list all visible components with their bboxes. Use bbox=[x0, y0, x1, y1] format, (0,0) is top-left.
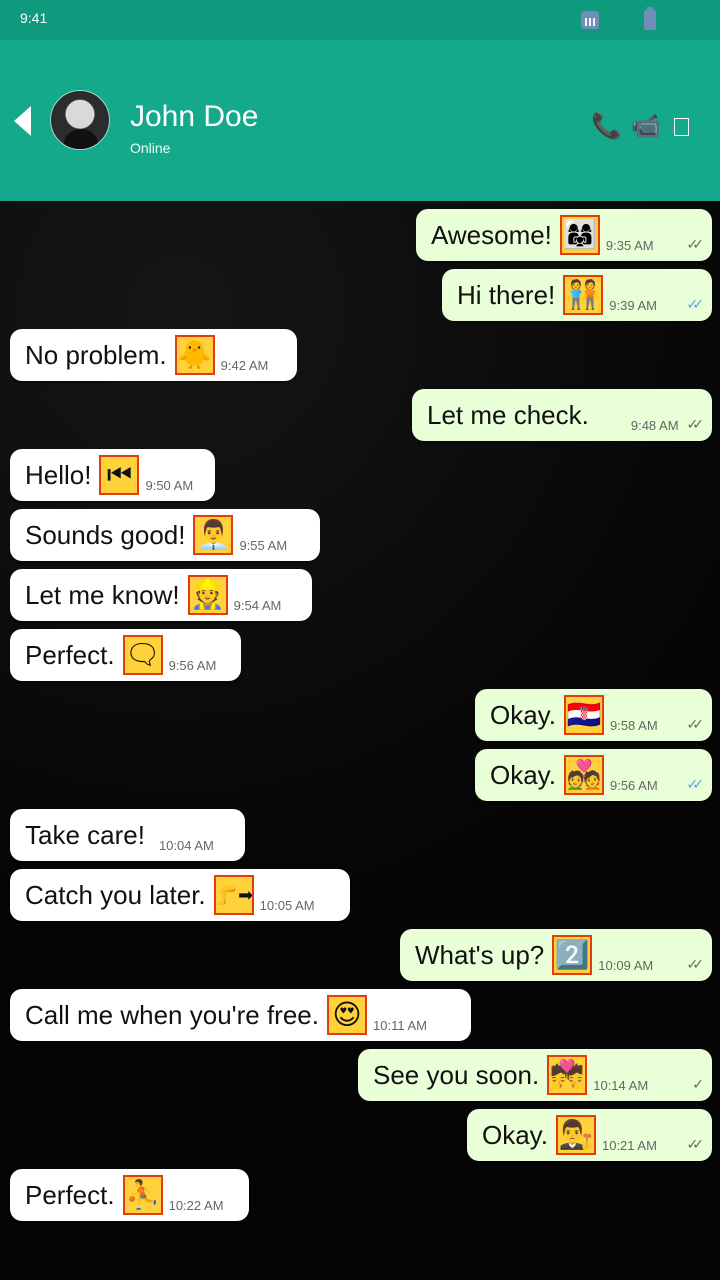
message-time: 9:50 AM bbox=[145, 478, 194, 493]
message-time: 10:05 AM bbox=[259, 898, 315, 913]
incoming-message[interactable]: No problem. 🐥 9:42 AM bbox=[10, 329, 297, 381]
outgoing-message[interactable]: What's up? 2️⃣ 10:09 AM ✓✓ bbox=[400, 929, 712, 981]
incoming-message[interactable]: Perfect. ⛹ 10:22 AM bbox=[10, 1169, 249, 1221]
read-check-icon: ✓✓ bbox=[686, 296, 705, 312]
speech-bubble-emoji-icon: 🗨 bbox=[122, 635, 163, 675]
phone-call-icon[interactable]: 📞 bbox=[591, 112, 622, 141]
incoming-message[interactable]: Take care! 10:04 AM bbox=[10, 809, 245, 861]
croatia-flag-emoji-icon: 🇭🇷 bbox=[563, 695, 604, 735]
message-text: Okay. bbox=[482, 1119, 548, 1150]
leg-arrow-emoji-icon: 🦵➡ bbox=[213, 875, 254, 915]
back-arrow-icon[interactable] bbox=[14, 106, 31, 136]
judge-emoji-icon: 👨‍⚖️ bbox=[555, 1115, 596, 1155]
rewind-button-emoji-icon: ⏮ bbox=[99, 455, 140, 495]
outgoing-message[interactable]: Let me check. 9:48 AM ✓✓ bbox=[412, 389, 712, 441]
outgoing-message[interactable]: Okay. 🇭🇷 9:58 AM ✓✓ bbox=[475, 689, 712, 741]
message-time: 9:55 AM bbox=[239, 538, 288, 553]
message-text: Hi there! bbox=[457, 279, 556, 310]
double-check-icon: ✓✓ bbox=[686, 416, 705, 432]
message-time: 10:21 AM bbox=[601, 1138, 657, 1153]
contact-name[interactable]: John Doe bbox=[130, 100, 258, 134]
more-options-icon[interactable] bbox=[674, 118, 689, 136]
message-text: Take care! bbox=[25, 819, 145, 850]
double-check-icon: ✓✓ bbox=[686, 716, 705, 732]
outgoing-message[interactable]: Hi there! 🧑‍🤝‍🧑 9:39 AM ✓✓ bbox=[442, 269, 712, 321]
message-time: 9:56 AM bbox=[168, 658, 217, 673]
double-check-icon: ✓✓ bbox=[686, 956, 705, 972]
people-holding-hands-emoji-icon: 🧑‍🤝‍🧑 bbox=[563, 275, 604, 315]
message-time: 9:39 AM bbox=[609, 298, 657, 313]
message-time: 9:48 AM bbox=[630, 418, 679, 433]
chick-emoji-icon: 🐥 bbox=[174, 335, 215, 375]
message-text: Let me know! bbox=[25, 579, 180, 610]
message-text: Okay. bbox=[490, 759, 556, 790]
message-text: Awesome! bbox=[431, 219, 552, 250]
read-check-icon: ✓✓ bbox=[686, 776, 705, 792]
outgoing-message[interactable]: Okay. 💑 9:56 AM ✓✓ bbox=[475, 749, 712, 801]
message-text: Catch you later. bbox=[25, 879, 206, 910]
outgoing-message[interactable]: Okay. 👨‍⚖️ 10:21 AM ✓✓ bbox=[467, 1109, 712, 1161]
double-check-icon: ✓✓ bbox=[686, 1136, 705, 1152]
message-text: Hello! bbox=[25, 459, 92, 490]
double-check-icon: ✓✓ bbox=[686, 236, 705, 252]
message-time: 9:42 AM bbox=[220, 358, 269, 373]
message-time: 9:35 AM bbox=[605, 238, 654, 253]
outgoing-message[interactable]: See you soon. 💏 10:14 AM ✓ bbox=[358, 1049, 712, 1101]
status-time: 9:41 bbox=[20, 10, 48, 26]
incoming-message[interactable]: Call me when you're free. 😍 10:11 AM bbox=[10, 989, 471, 1041]
incoming-message[interactable]: Catch you later. 🦵➡ 10:05 AM bbox=[10, 869, 350, 921]
message-text: Okay. bbox=[490, 699, 556, 730]
message-text: No problem. bbox=[25, 339, 167, 370]
incoming-message[interactable]: Perfect. 🗨 9:56 AM bbox=[10, 629, 241, 681]
message-time: 9:58 AM bbox=[609, 718, 658, 733]
single-check-icon: ✓ bbox=[692, 1076, 703, 1092]
construction-worker-emoji-icon: 👷 bbox=[187, 575, 228, 615]
office-worker-emoji-icon: 👨‍💼 bbox=[193, 515, 234, 555]
contact-status: Online bbox=[130, 140, 171, 156]
message-text: What's up? bbox=[415, 939, 545, 970]
message-time: 10:14 AM bbox=[593, 1078, 649, 1093]
message-time: 9:54 AM bbox=[233, 598, 282, 613]
outgoing-message[interactable]: Awesome! 👩‍👩‍👧 9:35 AM ✓✓ bbox=[416, 209, 712, 261]
message-text: Let me check. bbox=[427, 399, 589, 430]
incoming-message[interactable]: Let me know! 👷 9:54 AM bbox=[10, 569, 312, 621]
message-time: 10:04 AM bbox=[158, 838, 214, 853]
message-time: 9:56 AM bbox=[609, 778, 658, 793]
signal-icon bbox=[581, 11, 599, 29]
message-text: See you soon. bbox=[373, 1059, 540, 1090]
battery-icon bbox=[644, 7, 656, 30]
message-text: Call me when you're free. bbox=[25, 999, 319, 1030]
couple-with-heart-emoji-icon: 💑 bbox=[563, 755, 604, 795]
contact-avatar[interactable] bbox=[50, 90, 110, 150]
message-text: Sounds good! bbox=[25, 519, 186, 550]
incoming-message[interactable]: Sounds good! 👨‍💼 9:55 AM bbox=[10, 509, 320, 561]
chat-header: John Doe Online 📞 📹 bbox=[0, 40, 720, 201]
video-call-icon[interactable]: 📹 bbox=[631, 112, 661, 141]
heart-eyes-emoji-icon: 😍 bbox=[327, 995, 367, 1035]
message-time: 10:22 AM bbox=[168, 1198, 224, 1213]
message-time: 10:11 AM bbox=[373, 1018, 427, 1033]
message-text: Perfect. bbox=[25, 1179, 115, 1210]
message-time: 10:09 AM bbox=[598, 958, 654, 973]
status-bar: 9:41 bbox=[0, 0, 720, 40]
kiss-emoji-icon: 💏 bbox=[547, 1055, 588, 1095]
person-bouncing-ball-emoji-icon: ⛹ bbox=[122, 1175, 163, 1215]
family-emoji-icon: 👩‍👩‍👧 bbox=[559, 215, 600, 255]
message-text: Perfect. bbox=[25, 639, 115, 670]
incoming-message[interactable]: Hello! ⏮ 9:50 AM bbox=[10, 449, 215, 501]
message-list: Awesome! 👩‍👩‍👧 9:35 AM ✓✓ Hi there! 🧑‍🤝‍… bbox=[0, 201, 720, 1280]
keycap-two-emoji-icon: 2️⃣ bbox=[552, 935, 593, 975]
